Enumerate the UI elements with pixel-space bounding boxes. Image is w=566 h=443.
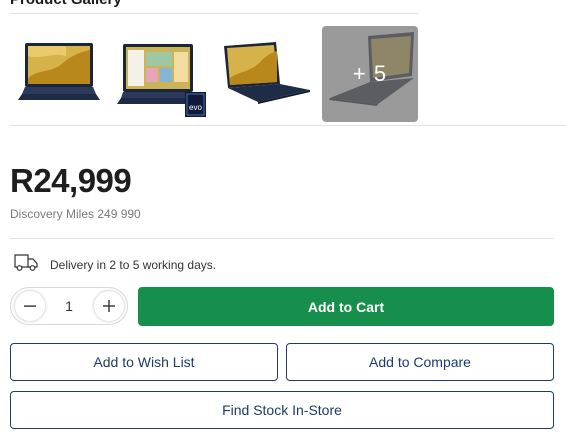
gallery-title: Product Gallery [10, 0, 122, 8]
add-to-compare-button[interactable]: Add to Compare [286, 343, 554, 381]
laptop-screen-evo-image: evo [114, 26, 210, 122]
more-images-overlay: + 5 [322, 26, 418, 122]
delivery-info: Delivery in 2 to 5 working days. [14, 253, 216, 277]
discovery-miles: Discovery Miles 249 990 [10, 207, 141, 221]
thumbnail-1[interactable] [10, 26, 106, 122]
divider [10, 238, 554, 239]
thumbnail-2[interactable]: evo [114, 26, 210, 122]
laptop-front-image [10, 26, 106, 122]
thumbnail-4-more[interactable]: + 5 [322, 26, 418, 122]
find-stock-button[interactable]: Find Stock In-Store [10, 391, 554, 429]
thumbnail-3[interactable] [218, 26, 314, 122]
add-to-cart-button[interactable]: Add to Cart [138, 287, 554, 326]
product-price: R24,999 [10, 162, 132, 199]
increase-quantity-button[interactable] [94, 291, 124, 321]
delivery-text: Delivery in 2 to 5 working days. [50, 258, 217, 272]
quantity-stepper: 1 [10, 287, 128, 325]
add-to-wishlist-button[interactable]: Add to Wish List [10, 343, 278, 381]
divider [10, 125, 566, 126]
svg-text:evo: evo [189, 103, 202, 112]
divider [10, 13, 418, 14]
laptop-angle-image [218, 26, 314, 122]
delivery-truck-icon [14, 253, 39, 277]
plus-icon [103, 300, 115, 312]
